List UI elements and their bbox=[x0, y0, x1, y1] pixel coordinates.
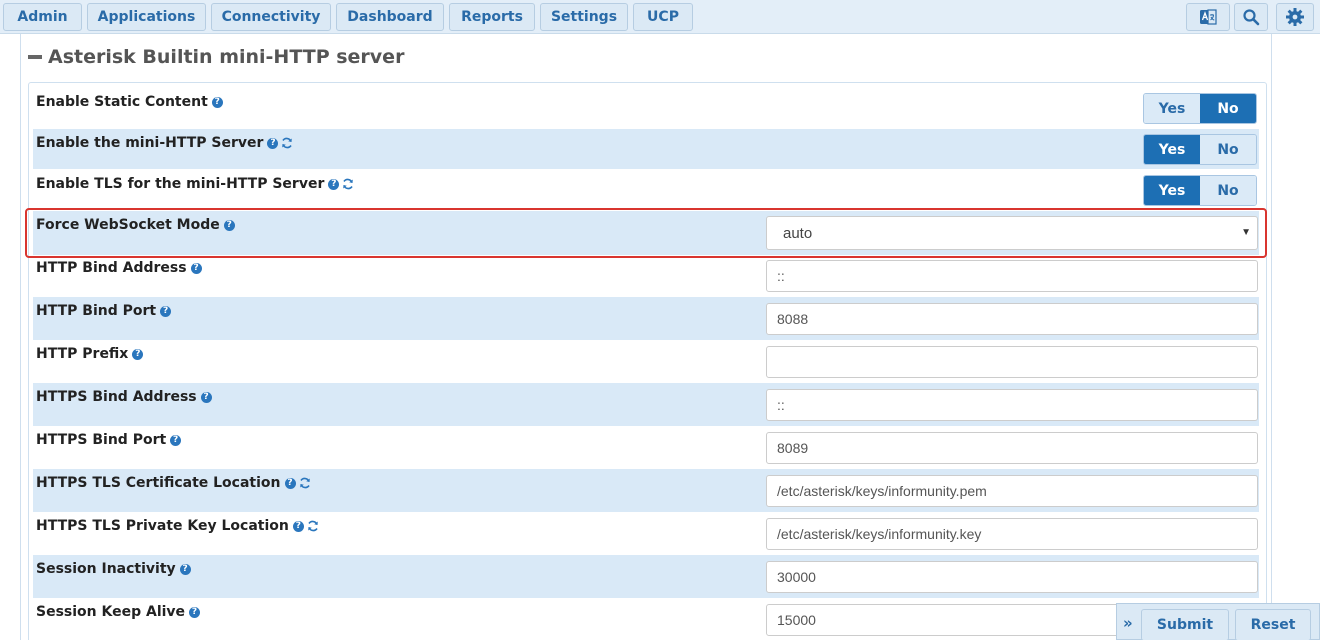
toggle-yes[interactable]: Yes bbox=[1144, 94, 1200, 123]
setting-label: Enable TLS for the mini-HTTP Server ? bbox=[36, 176, 354, 192]
toggle-no[interactable]: No bbox=[1200, 94, 1256, 123]
setting-label: HTTPS TLS Private Key Location ? bbox=[36, 518, 319, 534]
refresh-icon bbox=[299, 477, 311, 489]
setting-row-mini-http: Enable the mini-HTTP Server ? Yes No bbox=[33, 129, 1259, 169]
refresh-icon bbox=[307, 520, 319, 532]
toggle-yes[interactable]: Yes bbox=[1144, 176, 1200, 205]
setting-label: Force WebSocket Mode ? bbox=[36, 217, 235, 233]
submit-button[interactable]: Submit bbox=[1141, 609, 1229, 640]
static-content-toggle: Yes No bbox=[1143, 93, 1257, 124]
websocket-mode-select[interactable]: auto ▼ bbox=[766, 216, 1258, 250]
session-inactivity-input[interactable]: 30000 bbox=[766, 561, 1258, 593]
nav-connectivity[interactable]: Connectivity bbox=[211, 3, 331, 31]
dropdown-caret-icon: ▼ bbox=[1241, 227, 1251, 238]
nav-settings[interactable]: Settings bbox=[540, 3, 628, 31]
setting-row-tls-cert: HTTPS TLS Certificate Location ? /etc/as… bbox=[33, 469, 1259, 512]
tls-toggle: Yes No bbox=[1143, 175, 1257, 206]
http-bind-address-input[interactable]: :: bbox=[766, 260, 1258, 292]
nav-ucp[interactable]: UCP bbox=[633, 3, 693, 31]
page-border-left bbox=[20, 34, 21, 640]
nav-applications[interactable]: Applications bbox=[87, 3, 206, 31]
toggle-yes[interactable]: Yes bbox=[1144, 135, 1200, 164]
tls-cert-location-input[interactable]: /etc/asterisk/keys/informunity.pem bbox=[766, 475, 1258, 507]
setting-label: HTTPS TLS Certificate Location ? bbox=[36, 475, 311, 491]
setting-label: HTTP Bind Port ? bbox=[36, 303, 172, 319]
setting-row-static-content: Enable Static Content ? Yes No bbox=[33, 88, 1259, 128]
reset-button[interactable]: Reset bbox=[1235, 609, 1311, 640]
nav-reports[interactable]: Reports bbox=[449, 3, 535, 31]
https-bind-address-input[interactable]: :: bbox=[766, 389, 1258, 421]
setting-label: HTTPS Bind Address ? bbox=[36, 389, 212, 405]
help-icon[interactable]: ? bbox=[189, 606, 201, 618]
section-title: Asterisk Builtin mini-HTTP server bbox=[48, 46, 405, 68]
setting-row-https-bind-address: HTTPS Bind Address ? :: bbox=[33, 383, 1259, 426]
setting-label: Session Inactivity ? bbox=[36, 561, 191, 577]
help-icon[interactable]: ? bbox=[284, 477, 296, 489]
tls-key-location-input[interactable]: /etc/asterisk/keys/informunity.key bbox=[766, 518, 1258, 550]
help-icon[interactable]: ? bbox=[267, 137, 279, 149]
setting-row-http-bind-port: HTTP Bind Port ? 8088 bbox=[33, 297, 1259, 340]
nav-admin[interactable]: Admin bbox=[3, 3, 82, 31]
action-bar: » Submit Reset bbox=[1116, 603, 1320, 640]
setting-row-websocket: Force WebSocket Mode ? auto ▼ bbox=[33, 211, 1259, 255]
gear-icon[interactable] bbox=[1276, 3, 1314, 31]
setting-row-session-keep-alive: Session Keep Alive ? 15000 bbox=[33, 598, 1259, 640]
top-navbar: Admin Applications Connectivity Dashboar… bbox=[0, 0, 1320, 34]
setting-row-https-bind-port: HTTPS Bind Port ? 8089 bbox=[33, 426, 1259, 469]
setting-label: HTTPS Bind Port ? bbox=[36, 432, 182, 448]
mini-http-toggle: Yes No bbox=[1143, 134, 1257, 165]
toggle-no[interactable]: No bbox=[1200, 135, 1256, 164]
http-prefix-input[interactable] bbox=[766, 346, 1258, 378]
setting-row-session-inactivity: Session Inactivity ? 30000 bbox=[33, 555, 1259, 598]
help-icon[interactable]: ? bbox=[132, 348, 144, 360]
search-icon[interactable] bbox=[1234, 3, 1268, 31]
setting-label: Session Keep Alive ? bbox=[36, 604, 201, 620]
expand-actions-icon[interactable]: » bbox=[1123, 614, 1133, 632]
nav-dashboard[interactable]: Dashboard bbox=[336, 3, 444, 31]
setting-row-http-bind-address: HTTP Bind Address ? :: bbox=[33, 254, 1259, 297]
collapse-icon[interactable] bbox=[28, 55, 42, 59]
setting-label: HTTP Prefix ? bbox=[36, 346, 144, 362]
help-icon[interactable]: ? bbox=[223, 219, 235, 231]
help-icon[interactable]: ? bbox=[160, 305, 172, 317]
setting-label: HTTP Bind Address ? bbox=[36, 260, 202, 276]
help-icon[interactable]: ? bbox=[211, 96, 223, 108]
section-header[interactable]: Asterisk Builtin mini-HTTP server bbox=[28, 44, 404, 70]
https-bind-port-input[interactable]: 8089 bbox=[766, 432, 1258, 464]
language-icon[interactable] bbox=[1186, 3, 1230, 31]
setting-label: Enable Static Content ? bbox=[36, 94, 223, 110]
setting-row-tls: Enable TLS for the mini-HTTP Server ? Ye… bbox=[33, 170, 1259, 210]
help-icon[interactable]: ? bbox=[292, 520, 304, 532]
http-bind-port-input[interactable]: 8088 bbox=[766, 303, 1258, 335]
setting-label: Enable the mini-HTTP Server ? bbox=[36, 135, 293, 151]
toggle-no[interactable]: No bbox=[1200, 176, 1256, 205]
refresh-icon bbox=[342, 178, 354, 190]
setting-row-tls-key: HTTPS TLS Private Key Location ? /etc/as… bbox=[33, 512, 1259, 555]
help-icon[interactable]: ? bbox=[190, 262, 202, 274]
refresh-icon bbox=[281, 137, 293, 149]
help-icon[interactable]: ? bbox=[328, 178, 340, 190]
setting-row-http-prefix: HTTP Prefix ? bbox=[33, 340, 1259, 383]
help-icon[interactable]: ? bbox=[179, 563, 191, 575]
page-border-right bbox=[1271, 34, 1272, 640]
help-icon[interactable]: ? bbox=[170, 434, 182, 446]
help-icon[interactable]: ? bbox=[200, 391, 212, 403]
